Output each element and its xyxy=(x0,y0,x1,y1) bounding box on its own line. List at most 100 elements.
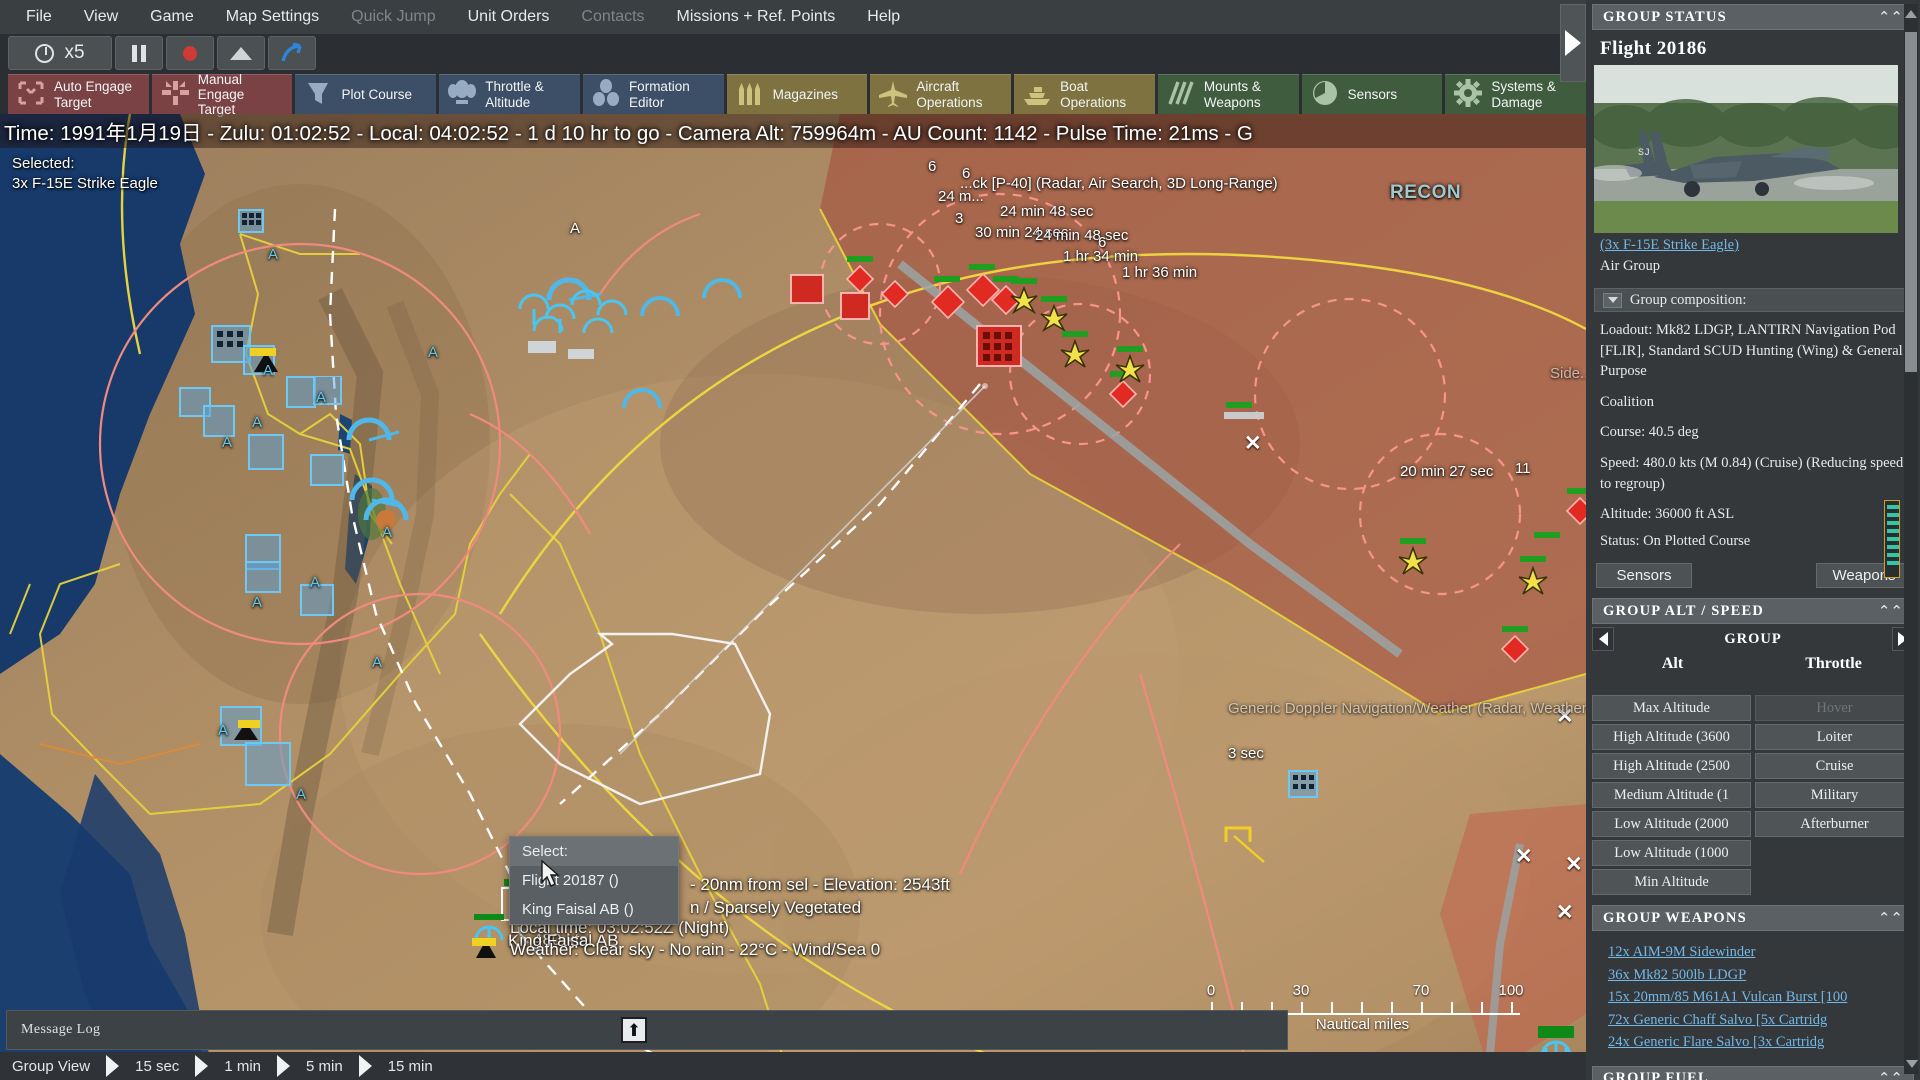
map-unit-friendly[interactable] xyxy=(245,534,281,599)
throttle-button[interactable]: Cruise xyxy=(1755,753,1914,780)
map-unit-naval-group[interactable] xyxy=(510,279,680,364)
main-menu-bar[interactable]: File View Game Map Settings Quick Jump Unit O… xyxy=(0,0,1586,34)
map-unit-hostile[interactable] xyxy=(880,279,910,314)
map-unit-hostile-base[interactable] xyxy=(975,324,1023,373)
throttle-button[interactable]: Military xyxy=(1755,782,1914,809)
map-radar-contact[interactable] xyxy=(620,384,666,419)
group-composition-row[interactable]: Group composition: xyxy=(1594,288,1912,313)
map-radar-contact[interactable] xyxy=(700,274,746,309)
message-log-expand-button[interactable]: ⬆ xyxy=(621,1017,647,1043)
collapse-chevron-icon[interactable]: ⌃⌃ xyxy=(1878,1071,1903,1080)
unit-orders-tab-bar[interactable]: Auto Engage Target Manual Engage Target Pl… xyxy=(8,72,1587,117)
group-view-button[interactable]: Group View xyxy=(0,1058,102,1075)
throttle-button[interactable]: Loiter xyxy=(1755,724,1914,751)
map-waypoint-x[interactable]: ✕ xyxy=(1244,431,1262,456)
chevron-down-icon[interactable] xyxy=(1603,292,1622,308)
prev-group-button[interactable] xyxy=(1592,627,1614,652)
order-tab-plot-course[interactable]: Plot Course xyxy=(295,74,437,114)
altitude-button[interactable]: High Altitude (3600 xyxy=(1592,724,1751,751)
weapons-list[interactable]: 12x AIM-9M Sidewinder 36x Mk82 500lb LDGP… xyxy=(1586,931,1920,1061)
altitude-button[interactable]: Low Altitude (2000 xyxy=(1592,811,1751,838)
select-context-menu[interactable]: Select: Flight 20187 () King Faisal AB () xyxy=(509,836,679,925)
time-step-15-min[interactable]: 15 min xyxy=(376,1058,445,1075)
map-unit-friendly[interactable] xyxy=(286,375,342,415)
tactical-map[interactable]: A A A A A A A A A A A A ✕ ✕ ✕ ✕ ✕ 480 kt… xyxy=(0,114,1586,1080)
order-tab-magazines[interactable]: Magazines xyxy=(726,74,868,114)
altitude-button[interactable]: Min Altitude xyxy=(1592,869,1751,896)
weapon-item[interactable]: 24x Generic Flare Salvo [3x Cartridg xyxy=(1608,1031,1920,1053)
menu-item-map-settings[interactable]: Map Settings xyxy=(210,8,335,26)
group-fuel-header[interactable]: GROUP FUEL ⌃⌃ xyxy=(1592,1065,1914,1080)
simulation-speed-toolbar[interactable]: x5 xyxy=(8,36,316,70)
group-scope-selector[interactable]: GROUP xyxy=(1592,627,1914,652)
altitude-button[interactable]: Max Altitude xyxy=(1592,695,1751,722)
sensors-button[interactable]: Sensors xyxy=(1596,563,1692,589)
map-waypoint-x[interactable]: ✕ xyxy=(1515,844,1533,869)
collapse-chevron-icon[interactable]: ⌃⌃ xyxy=(1878,911,1903,926)
right-panel-scrollbar[interactable] xyxy=(1904,4,1918,1074)
step-button[interactable] xyxy=(217,36,265,70)
time-compression-button[interactable]: x5 xyxy=(8,36,112,70)
map-unit-hostile[interactable] xyxy=(1500,626,1530,669)
jump-button[interactable] xyxy=(268,36,316,70)
map-waypoint-x[interactable]: ✕ xyxy=(1556,900,1574,925)
weapon-item[interactable]: 12x AIM-9M Sidewinder xyxy=(1608,941,1920,963)
order-tab-throttle-altitude[interactable]: Throttle & Altitude xyxy=(439,74,580,114)
menu-item-unit-orders[interactable]: Unit Orders xyxy=(452,8,566,26)
group-alt-speed-header[interactable]: GROUP ALT / SPEED ⌃⌃ xyxy=(1592,598,1914,625)
order-tab-auto-engage-target[interactable]: Auto Engage Target xyxy=(8,74,149,114)
weapon-item[interactable]: 15x 20mm/85 M61A1 Vulcan Burst [100 xyxy=(1608,986,1920,1008)
panel-expand-handle[interactable] xyxy=(1560,4,1586,82)
menu-item-help[interactable]: Help xyxy=(851,8,916,26)
time-step-bar[interactable]: Group View 15 sec 1 min 5 min 15 min xyxy=(0,1052,1586,1080)
throttle-button-list[interactable]: Hover Loiter Cruise Military Afterburner xyxy=(1755,695,1914,895)
group-weapons-header[interactable]: GROUP WEAPONS ⌃⌃ xyxy=(1592,905,1914,932)
map-unit-air-contact[interactable] xyxy=(1115,346,1145,389)
scroll-up-icon[interactable] xyxy=(1905,10,1917,18)
weapon-item[interactable]: 36x Mk82 500lb LDGP xyxy=(1608,964,1920,986)
map-unit-air-contact[interactable] xyxy=(1060,331,1090,374)
weapon-item[interactable]: 72x Generic Chaff Salvo [5x Cartridg xyxy=(1608,1009,1920,1031)
altitude-button-list[interactable]: Max Altitude High Altitude (3600 High Alti… xyxy=(1592,695,1751,896)
map-unit-air-contact[interactable] xyxy=(1010,278,1038,319)
unit-type-link[interactable]: (3x F-15E Strike Eagle) xyxy=(1600,235,1910,256)
map-unit-airbase-king-faisal[interactable] xyxy=(470,914,510,965)
altitude-button[interactable]: High Altitude (2500 xyxy=(1592,753,1751,780)
map-unit-hostile[interactable] xyxy=(930,276,966,325)
map-unit-friendly[interactable] xyxy=(245,742,291,791)
order-tab-aircraft-operations[interactable]: Aircraft Operations xyxy=(870,74,1012,114)
message-log-bar[interactable]: Message Log ⬆ xyxy=(6,1010,1288,1050)
group-status-header[interactable]: GROUP STATUS ⌃⌃ xyxy=(1592,4,1914,30)
map-unit-hostile[interactable] xyxy=(1565,488,1586,531)
menu-item-game[interactable]: Game xyxy=(134,8,210,26)
menu-item-view[interactable]: View xyxy=(68,8,134,26)
order-tab-manual-engage-target[interactable]: Manual Engage Target xyxy=(151,72,293,117)
map-unit-hostile-base[interactable] xyxy=(840,292,870,325)
throttle-button[interactable]: Afterburner xyxy=(1755,811,1914,838)
altitude-button[interactable]: Medium Altitude (1 xyxy=(1592,782,1751,809)
right-info-panel[interactable]: GROUP STATUS ⌃⌃ Flight 20186 SJ (3x F-15… xyxy=(1586,0,1920,1080)
collapse-chevron-icon[interactable]: ⌃⌃ xyxy=(1878,604,1903,619)
map-unit-hostile-base[interactable] xyxy=(790,274,824,309)
time-step-15-sec[interactable]: 15 sec xyxy=(123,1058,191,1075)
order-tab-sensors[interactable]: Sensors xyxy=(1301,74,1443,114)
menu-item-missions-ref-points[interactable]: Missions + Ref. Points xyxy=(661,8,852,26)
order-tab-boat-operations[interactable]: Boat Operations xyxy=(1014,74,1155,114)
pause-button[interactable] xyxy=(115,36,163,70)
time-step-1-min[interactable]: 1 min xyxy=(212,1058,273,1075)
context-menu-item[interactable]: Flight 20187 () xyxy=(510,866,678,895)
menu-item-file[interactable]: File xyxy=(10,8,68,26)
record-button[interactable] xyxy=(166,36,214,70)
scrollbar-thumb[interactable] xyxy=(1905,32,1917,372)
map-waypoint-x[interactable]: ✕ xyxy=(1565,852,1583,877)
order-tab-mounts-weapons[interactable]: Mounts & Weapons xyxy=(1157,74,1299,114)
map-radar-contact[interactable] xyxy=(345,414,401,453)
map-unit-air-contact[interactable] xyxy=(1518,556,1548,601)
time-step-5-min[interactable]: 5 min xyxy=(294,1058,355,1075)
collapse-chevron-icon[interactable]: ⌃⌃ xyxy=(1878,10,1903,25)
altitude-button[interactable]: Low Altitude (1000 xyxy=(1592,840,1751,867)
context-menu-item[interactable]: King Faisal AB () xyxy=(510,895,678,924)
map-unit-friendly[interactable] xyxy=(238,209,264,238)
scroll-down-icon[interactable] xyxy=(1906,1060,1918,1068)
map-unit-friendly[interactable] xyxy=(1288,770,1318,803)
